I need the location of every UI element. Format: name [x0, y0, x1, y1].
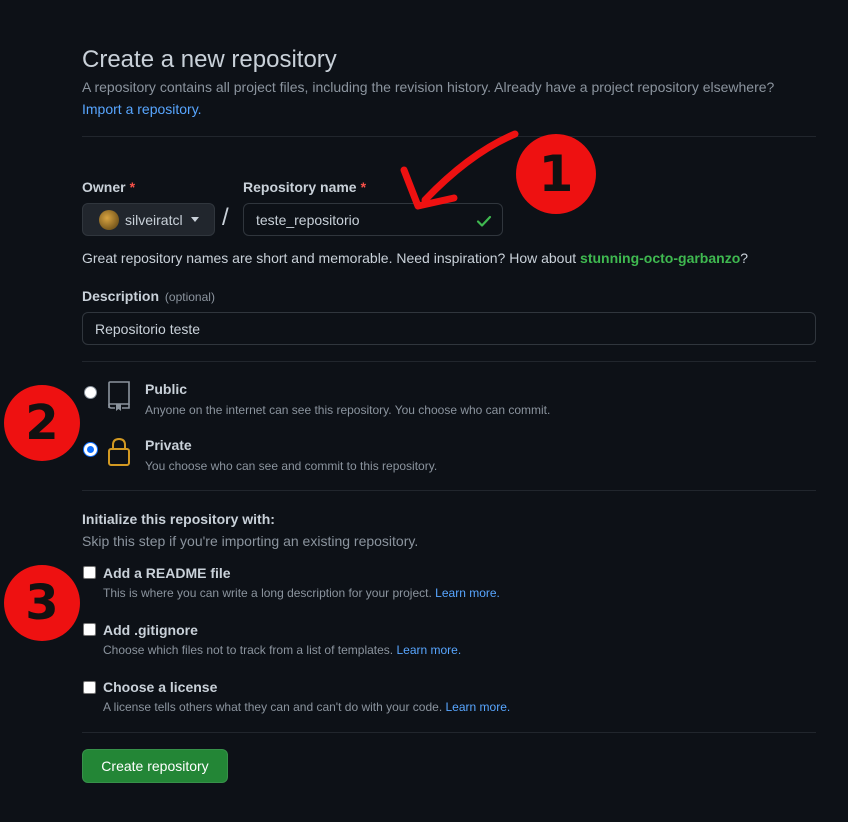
private-radio[interactable] [84, 443, 97, 456]
divider [82, 732, 816, 733]
readme-learn-more-link[interactable]: Learn more. [435, 586, 500, 600]
page-subtitle: A repository contains all project files,… [82, 79, 775, 95]
divider [82, 361, 816, 362]
license-learn-more-link[interactable]: Learn more. [446, 700, 511, 714]
readme-description: This is where you can write a long descr… [103, 586, 500, 600]
repo-icon [108, 381, 130, 411]
gitignore-checkbox[interactable] [83, 623, 96, 636]
hint-suffix: ? [740, 250, 749, 266]
description-value: Repositorio teste [95, 320, 201, 337]
readme-title: Add a README file [103, 565, 231, 581]
private-title: Private [145, 437, 192, 453]
name-suggestion[interactable]: stunning-octo-garbanzo [580, 250, 740, 266]
caret-down-icon [190, 217, 199, 222]
public-title: Public [145, 381, 188, 397]
owner-repo-separator: / [222, 204, 229, 231]
private-description: You choose who can see and commit to thi… [145, 459, 438, 473]
license-description: A license tells others what they can and… [103, 700, 511, 714]
import-repository-link[interactable]: Import a repository. [82, 101, 202, 117]
repository-name-value: teste_repositorio [256, 211, 360, 228]
public-description: Anyone on the internet can see this repo… [145, 403, 551, 417]
divider [82, 490, 816, 491]
license-title: Choose a license [103, 679, 218, 695]
optional-label: (optional) [164, 290, 215, 304]
lock-icon [108, 437, 130, 466]
owner-label: Owner * [82, 179, 136, 195]
annotation-arrow-icon [400, 130, 519, 210]
page-title: Create a new repository [82, 46, 337, 73]
annotation-badge-1: 1 [516, 134, 596, 214]
owner-value: silveiratcl [125, 211, 183, 228]
description-label: Description (optional) [82, 288, 215, 304]
hint-text: Great repository names are short and mem… [82, 250, 581, 266]
annotation-badge-2: 2 [4, 385, 80, 461]
readme-checkbox[interactable] [83, 566, 96, 579]
description-input[interactable]: Repositorio teste [82, 312, 816, 345]
initialize-title: Initialize this repository with: [82, 511, 275, 527]
gitignore-description: Choose which files not to track from a l… [103, 643, 462, 657]
initialize-subtitle: Skip this step if you're importing an ex… [82, 533, 419, 549]
gitignore-learn-more-link[interactable]: Learn more. [396, 643, 461, 657]
gitignore-title: Add .gitignore [103, 622, 198, 638]
repository-name-label: Repository name * [243, 179, 367, 195]
license-checkbox[interactable] [83, 681, 96, 694]
annotation-badge-3: 3 [4, 565, 80, 641]
create-repository-button[interactable]: Create repository [82, 749, 228, 783]
owner-dropdown[interactable]: silveiratcl [82, 203, 215, 236]
public-radio[interactable] [84, 386, 97, 399]
repository-name-hint: Great repository names are short and mem… [82, 250, 748, 266]
avatar [99, 209, 119, 230]
